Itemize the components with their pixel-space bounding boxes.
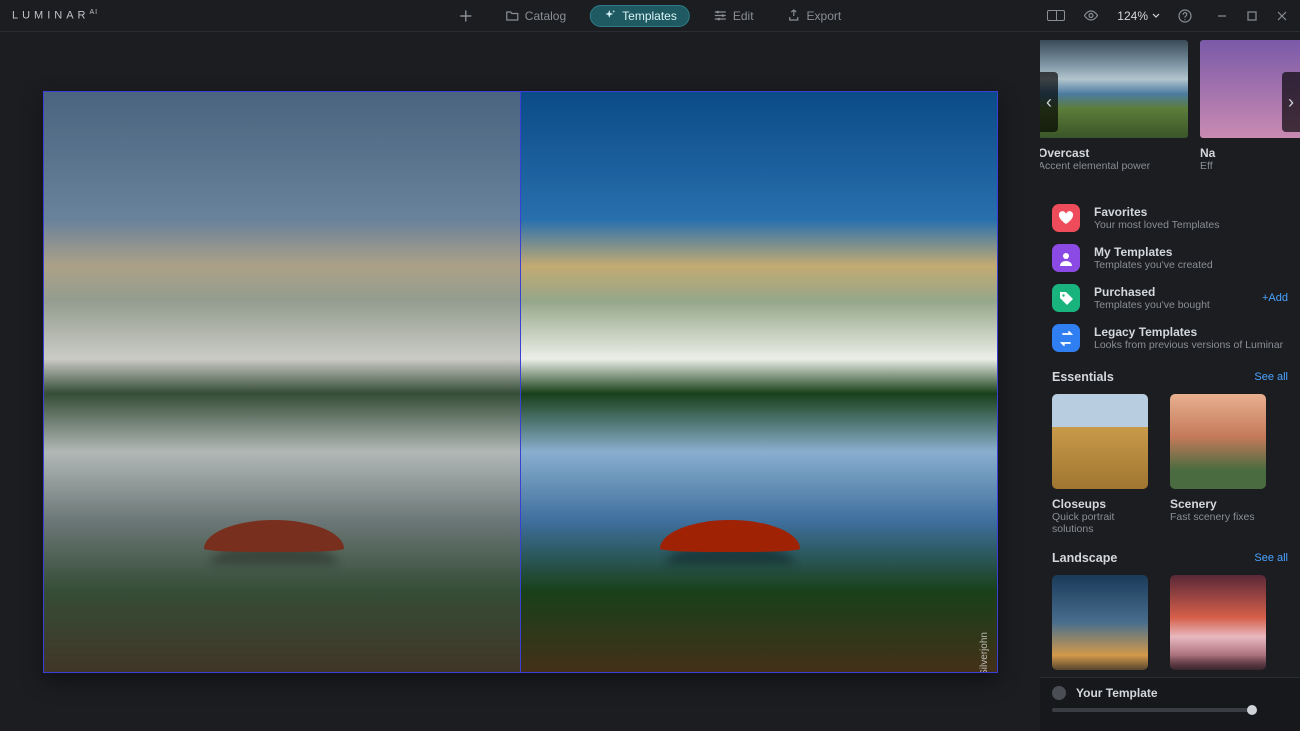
collection-subtitle: Quick portrait solutions <box>1052 511 1148 535</box>
category-title: My Templates <box>1094 245 1213 259</box>
add-button[interactable] <box>449 5 482 26</box>
close-button[interactable] <box>1276 10 1288 22</box>
section-essentials: Essentials See all Closeups Quick portra… <box>1040 358 1300 547</box>
window-controls <box>1216 10 1288 22</box>
preview-canvas[interactable]: © Silverjohn <box>43 91 998 673</box>
main-nav: Catalog Templates Edit Export <box>449 5 851 27</box>
collection-title: Closeups <box>1052 497 1148 511</box>
category-list: Favorites Your most loved Templates My T… <box>1040 198 1300 358</box>
template-strength-panel: Your Template <box>1040 677 1300 731</box>
category-legacy[interactable]: Legacy Templates Looks from previous ver… <box>1052 318 1288 358</box>
collection-sunsets[interactable]: Sunsets <box>1170 575 1266 677</box>
template-dot-icon <box>1052 686 1066 700</box>
preview-after: © Silverjohn <box>520 92 997 672</box>
carousel-prev[interactable]: ‹ <box>1040 72 1058 132</box>
carousel-next[interactable]: › <box>1282 72 1300 132</box>
category-favorites[interactable]: Favorites Your most loved Templates <box>1052 198 1288 238</box>
carousel-subtitle: Accent elemental power <box>1040 160 1188 172</box>
collection-thumb <box>1052 575 1148 670</box>
add-purchased-link[interactable]: +Add <box>1262 292 1288 304</box>
zoom-control[interactable]: 124% <box>1117 9 1160 23</box>
app-logo: LUMINARAI <box>12 9 98 22</box>
see-all-link[interactable]: See all <box>1254 371 1288 383</box>
chevron-down-icon <box>1152 13 1160 18</box>
export-icon <box>788 9 801 22</box>
category-subtitle: Looks from previous versions of Luminar <box>1094 339 1283 351</box>
category-title: Legacy Templates <box>1094 325 1283 339</box>
category-purchased[interactable]: Purchased Templates you've bought +Add <box>1052 278 1288 318</box>
category-subtitle: Your most loved Templates <box>1094 219 1220 231</box>
help-icon[interactable] <box>1178 9 1192 23</box>
folder-icon <box>506 9 519 22</box>
carousel-subtitle: Eff <box>1200 160 1300 172</box>
category-title: Purchased <box>1094 285 1210 299</box>
section-title: Essentials <box>1052 370 1114 384</box>
collection-thumb <box>1052 394 1148 489</box>
collection-subtitle: Fast scenery fixes <box>1170 511 1266 523</box>
nav-export-label: Export <box>807 9 842 23</box>
zoom-value: 124% <box>1117 9 1148 23</box>
category-title: Favorites <box>1094 205 1220 219</box>
strength-slider[interactable] <box>1052 708 1252 712</box>
templates-panel: ‹ › Overcast Accent elemental power Na E… <box>1040 32 1300 731</box>
featured-carousel: ‹ › Overcast Accent elemental power Na E… <box>1040 40 1300 180</box>
nav-edit-label: Edit <box>733 9 754 23</box>
slider-handle[interactable] <box>1247 705 1257 715</box>
collection-big-city-lights[interactable]: Big City Lights <box>1052 575 1148 677</box>
carousel-title: Overcast <box>1040 146 1188 160</box>
swap-icon <box>1052 324 1080 352</box>
compare-toggle[interactable] <box>1047 10 1065 21</box>
compare-divider[interactable] <box>520 92 521 672</box>
see-all-link[interactable]: See all <box>1254 552 1288 564</box>
collection-title: Scenery <box>1170 497 1266 511</box>
eye-icon[interactable] <box>1083 10 1099 21</box>
collection-thumb <box>1170 575 1266 670</box>
sparkle-icon <box>603 9 616 22</box>
nav-templates[interactable]: Templates <box>590 5 690 27</box>
category-my-templates[interactable]: My Templates Templates you've created <box>1052 238 1288 278</box>
collection-scenery[interactable]: Scenery Fast scenery fixes <box>1170 394 1266 535</box>
maximize-button[interactable] <box>1246 10 1258 22</box>
preview-before <box>44 92 521 672</box>
boat-shape <box>660 520 800 552</box>
main-area: © Silverjohn ‹ › Overcast Accent element… <box>0 32 1300 731</box>
heart-icon <box>1052 204 1080 232</box>
top-bar: LUMINARAI Catalog Templates Edit <box>0 0 1300 32</box>
collection-closeups[interactable]: Closeups Quick portrait solutions <box>1052 394 1148 535</box>
category-subtitle: Templates you've created <box>1094 259 1213 271</box>
carousel-title: Na <box>1200 146 1300 160</box>
plus-icon <box>459 9 472 22</box>
category-subtitle: Templates you've bought <box>1094 299 1210 311</box>
your-template-label: Your Template <box>1076 686 1158 700</box>
tag-icon <box>1052 284 1080 312</box>
nav-templates-label: Templates <box>622 9 677 23</box>
section-title: Landscape <box>1052 551 1117 565</box>
carousel-thumb <box>1040 40 1188 138</box>
minimize-button[interactable] <box>1216 10 1228 22</box>
nav-edit[interactable]: Edit <box>704 5 764 27</box>
watermark: © Silverjohn <box>980 632 991 673</box>
section-landscape: Landscape See all Big City Lights Sunset… <box>1040 547 1300 677</box>
right-controls: 124% <box>1047 9 1288 23</box>
boat-shape <box>204 520 344 552</box>
collection-thumb <box>1170 394 1266 489</box>
sliders-icon <box>714 9 727 22</box>
canvas-area: © Silverjohn <box>0 32 1040 731</box>
app-suffix: AI <box>90 9 99 16</box>
app-name: LUMINAR <box>12 10 90 22</box>
nav-catalog-label: Catalog <box>525 9 566 23</box>
user-icon <box>1052 244 1080 272</box>
nav-catalog[interactable]: Catalog <box>496 5 576 27</box>
carousel-card-featured[interactable]: Overcast Accent elemental power <box>1040 40 1188 172</box>
nav-export[interactable]: Export <box>778 5 852 27</box>
